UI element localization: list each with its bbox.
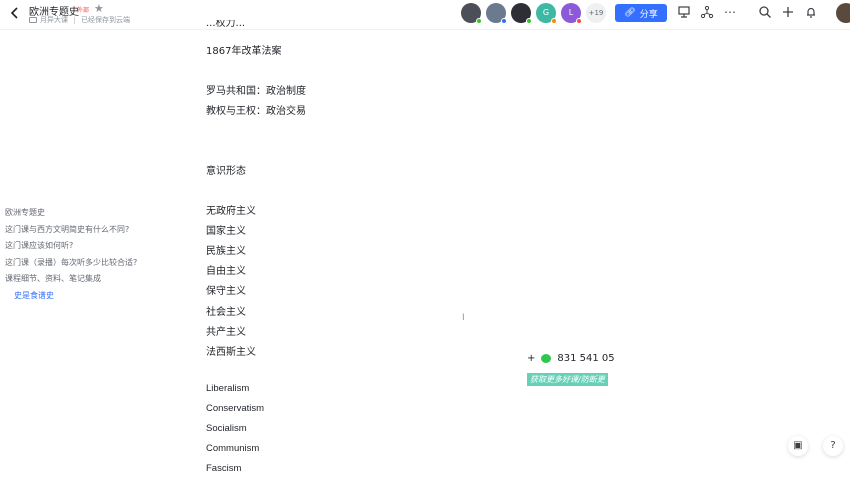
text-cursor-icon: I [462, 313, 465, 323]
save-status: 已经保存到云端 [81, 16, 130, 24]
document-info-icon[interactable]: ▣ [788, 436, 808, 456]
presentation-icon[interactable] [677, 5, 691, 19]
wechat-icon [541, 354, 552, 363]
presence-dot [526, 18, 532, 24]
clipped-text-line: ...权力... [206, 20, 246, 29]
text-line[interactable]: 保守主义 [206, 282, 246, 297]
text-line[interactable]: 意识形态 [206, 162, 246, 177]
outline-item[interactable]: 这门课应该如何听? [5, 238, 137, 255]
contact-watermark: + 831 541 05 [527, 353, 615, 364]
collaborator-avatar[interactable] [486, 3, 507, 24]
outline-item[interactable]: 这门课与西方文明简史有什么不同? [5, 222, 137, 239]
divider [74, 16, 75, 24]
more-options-icon[interactable]: ⋯ [723, 5, 737, 19]
more-collaborators-badge[interactable]: +19 [586, 3, 606, 23]
search-icon[interactable] [758, 5, 772, 19]
text-line[interactable]: 国家主义 [206, 222, 246, 237]
text-line[interactable]: 罗马共和国：政治制度 [206, 82, 306, 97]
contact-numbers: 831 541 05 [557, 353, 615, 364]
text-line[interactable]: 社会主义 [206, 303, 246, 318]
text-line[interactable]: Conservatism [206, 403, 264, 414]
promo-banner: 获取更多好课/防断更 [527, 373, 608, 386]
outline-item[interactable]: 这门课（录播）每次听多少比较合适? [5, 255, 137, 272]
add-icon[interactable] [781, 5, 795, 19]
text-line[interactable]: 教权与王权：政治交易 [206, 102, 306, 117]
collaborator-avatar[interactable] [461, 3, 482, 24]
collaborator-avatar[interactable]: L [561, 3, 582, 24]
back-arrow-icon[interactable] [7, 5, 23, 21]
share-label: 分享 [639, 9, 658, 20]
text-line[interactable]: Fascism [206, 463, 241, 474]
star-icon[interactable]: ★ [94, 2, 104, 15]
presence-dot [501, 18, 507, 24]
text-line[interactable]: Socialism [206, 423, 247, 434]
presence-dot [551, 18, 557, 24]
plus-sign: + [527, 353, 536, 364]
document-outline: 欧洲专题史 这门课与西方文明简史有什么不同? 这门课应该如何听? 这门课（录播）每次听… [5, 205, 137, 304]
text-line[interactable]: 无政府主义 [206, 202, 256, 217]
folder-breadcrumb: 月异大课 已经保存到云端 [29, 15, 130, 25]
outline-item[interactable]: 欧洲专题史 [5, 205, 137, 222]
share-nodes-icon[interactable] [700, 5, 714, 19]
text-line[interactable]: Liberalism [206, 383, 249, 394]
text-line[interactable]: 自由主义 [206, 262, 246, 277]
text-line[interactable]: Communism [206, 443, 259, 454]
folder-name[interactable]: 月异大课 [40, 15, 68, 25]
text-line[interactable]: 法西斯主义 [206, 343, 256, 358]
presence-dot [576, 18, 582, 24]
current-user-avatar[interactable] [836, 3, 850, 23]
top-bar: 欧洲专题史 外部 ★ 月异大课 已经保存到云端 G L +19 🔗︎ 分享 ⋯ [0, 0, 850, 30]
notification-bell-icon[interactable] [804, 5, 818, 19]
outline-item[interactable]: 史是食谱史 [5, 288, 137, 305]
collaborator-avatar[interactable]: G [536, 3, 557, 24]
text-line[interactable]: 1867年改革法案 [206, 42, 281, 57]
help-icon[interactable]: ? [823, 436, 843, 456]
share-button[interactable]: 🔗︎ 分享 [615, 4, 667, 22]
folder-icon [29, 17, 37, 23]
link-icon: 🔗︎ [624, 8, 636, 18]
collaborator-avatar[interactable] [511, 3, 532, 24]
external-tag: 外部 [77, 7, 90, 14]
text-line[interactable]: 民族主义 [206, 242, 246, 257]
text-line[interactable]: 共产主义 [206, 323, 246, 338]
outline-item[interactable]: 课程细节、资料、笔记集成 [5, 271, 137, 288]
presence-dot [476, 18, 482, 24]
collaborator-avatars[interactable]: G L +19 [461, 3, 611, 24]
